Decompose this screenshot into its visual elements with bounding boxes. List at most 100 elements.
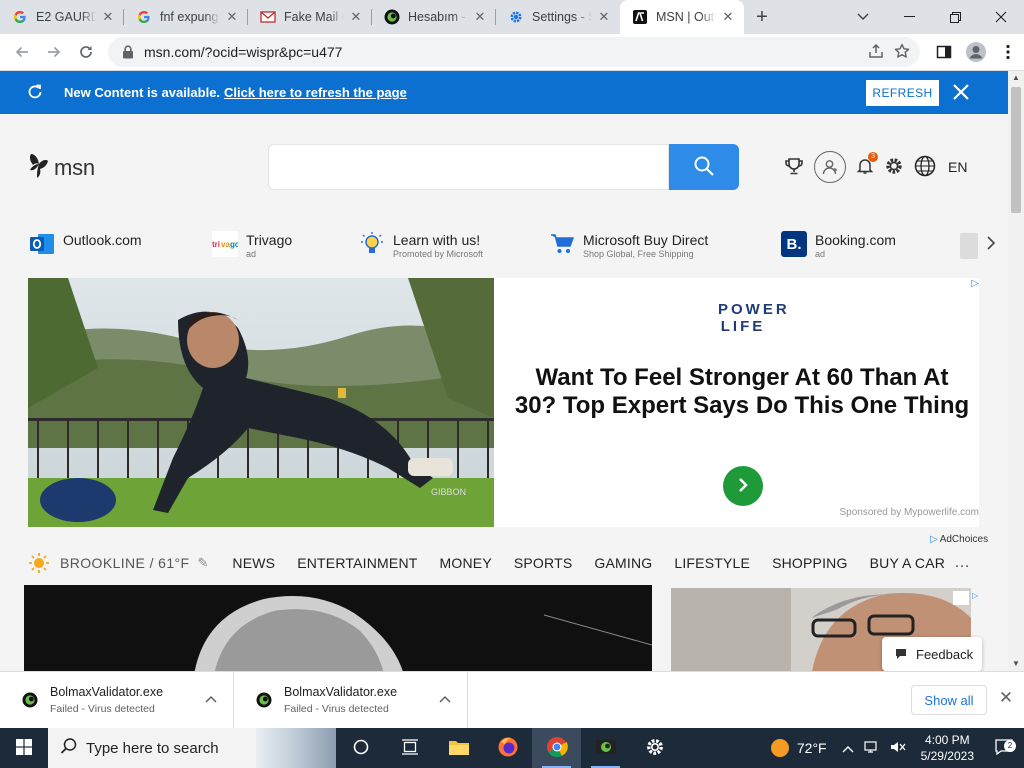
tab-close-icon[interactable]: ✕ (720, 9, 736, 25)
brand-line: LIFE (720, 318, 766, 335)
close-banner-icon[interactable] (950, 81, 974, 105)
settings-button[interactable] (630, 728, 679, 768)
ad-info-icon[interactable]: ▷ (971, 278, 979, 289)
gibbon-label: GIBBON (431, 487, 466, 497)
scroll-up-arrow-icon[interactable]: ▲ (1008, 71, 1024, 85)
scroll-down-arrow-icon[interactable]: ▼ (1008, 657, 1024, 671)
bookmark-star-icon[interactable] (894, 43, 910, 62)
booking-icon: B. (781, 231, 807, 257)
nav-lifestyle[interactable]: LIFESTYLE (674, 555, 750, 571)
show-hidden-icons-chevron-icon[interactable] (842, 741, 854, 756)
restore-button[interactable] (932, 0, 978, 34)
tab-e2-gaurdian[interactable]: E2 GAURDIAN ✕ (0, 0, 124, 34)
start-button[interactable] (0, 728, 48, 768)
download-shelf: BolmaxValidator.exe Failed - Virus detec… (0, 671, 1024, 729)
settings-gear-icon[interactable] (884, 156, 904, 179)
network-icon[interactable] (864, 740, 880, 757)
tab-fake-mail[interactable]: Fake Mail Generator ✕ (248, 0, 372, 34)
nav-money[interactable]: MONEY (440, 555, 492, 571)
quick-link-sub: ad (246, 249, 257, 259)
taskbar-search-box[interactable]: Type here to search (48, 728, 336, 768)
download-item[interactable]: BolmaxValidator.exe Failed - Virus detec… (234, 671, 468, 729)
quick-link-booking[interactable]: B. Booking.com ad (781, 231, 896, 260)
bolmax-app-button[interactable] (581, 728, 630, 768)
tab-hesabim[interactable]: Hesabım - ✕ (372, 0, 496, 34)
firefox-button[interactable] (483, 728, 532, 768)
tab-fnf-expunged[interactable]: fnf expunged ✕ (124, 0, 248, 34)
volume-muted-icon[interactable] (890, 740, 906, 757)
side-ad-choices-icon[interactable]: ▷ (972, 591, 990, 600)
taskbar-clock[interactable]: 4:00 PM 5/29/2023 (921, 732, 974, 764)
banner-refresh-link[interactable]: Click here to refresh the page (224, 85, 407, 100)
share-icon[interactable] (868, 43, 884, 62)
minimize-button[interactable] (886, 0, 932, 34)
tab-search-chevron-icon[interactable] (846, 0, 880, 34)
file-explorer-button[interactable] (434, 728, 483, 768)
menu-kebab-icon[interactable] (992, 36, 1024, 68)
profile-avatar-icon[interactable] (960, 36, 992, 68)
download-item[interactable]: BolmaxValidator.exe Failed - Virus detec… (0, 671, 234, 729)
address-bar[interactable]: msn.com/?ocid=wispr&pc=u477 (108, 37, 920, 67)
task-view-button[interactable] (385, 728, 434, 768)
action-center-button[interactable]: 2 (984, 738, 1024, 758)
notifications-bell-icon[interactable]: 3 (856, 151, 878, 178)
taskbar-search-placeholder: Type here to search (86, 739, 219, 757)
rewards-trophy-icon[interactable] (784, 156, 804, 179)
close-download-shelf-icon[interactable]: ✕ (996, 688, 1016, 712)
show-all-downloads-button[interactable]: Show all (911, 685, 987, 715)
scrollbar-thumb[interactable] (1011, 87, 1021, 213)
tab-msn[interactable]: MSN | Outlook ✕ (620, 0, 744, 34)
lock-icon[interactable] (122, 45, 136, 59)
quick-link-outlook[interactable]: Outlook.com (29, 231, 142, 257)
tab-settings[interactable]: Settings - Security ✕ (496, 0, 620, 34)
ad-headline[interactable]: Want To Feel Stronger At 60 Than At 30? … (514, 364, 970, 420)
chrome-button[interactable] (532, 728, 581, 768)
cortana-button[interactable] (336, 728, 385, 768)
location-weather[interactable]: BROOKLINE / 61°F (60, 555, 189, 571)
reload-button[interactable] (70, 36, 102, 68)
chevron-up-icon[interactable] (205, 692, 217, 706)
ad-go-button[interactable] (723, 466, 763, 506)
tab-strip: E2 GAURDIAN ✕ fnf expunged ✕ Fake Mail G… (0, 0, 1024, 34)
sign-in-avatar-icon[interactable] (814, 151, 846, 183)
nav-sports[interactable]: SPORTS (514, 555, 573, 571)
feedback-button[interactable]: Feedback (882, 637, 982, 671)
close-window-button[interactable] (978, 0, 1024, 34)
quick-links-next-chevron-icon[interactable] (986, 235, 1006, 257)
quick-link-microsoft-buy-direct[interactable]: Microsoft Buy Direct Shop Global, Free S… (549, 231, 708, 260)
nav-entertainment[interactable]: ENTERTAINMENT (297, 555, 417, 571)
search-button[interactable] (669, 144, 739, 190)
tab-close-icon[interactable]: ✕ (224, 9, 240, 25)
tab-close-icon[interactable]: ✕ (596, 9, 612, 25)
tab-close-icon[interactable]: ✕ (348, 9, 364, 25)
refresh-button[interactable]: REFRESH (866, 80, 939, 106)
new-tab-button[interactable]: + (744, 0, 780, 34)
ad-sponsor-text[interactable]: Sponsored by Mypowerlife.com (839, 507, 979, 518)
more-ellipsis-icon[interactable]: … (954, 554, 971, 572)
nav-gaming[interactable]: GAMING (594, 555, 652, 571)
web-search-input[interactable] (268, 144, 669, 190)
tab-close-icon[interactable]: ✕ (100, 9, 116, 25)
msn-logo[interactable]: msn (28, 152, 95, 183)
language-globe-icon[interactable] (914, 155, 936, 180)
forward-button[interactable] (38, 36, 70, 68)
page-scrollbar[interactable]: ▲ ▼ (1008, 71, 1024, 671)
sponsored-ad[interactable]: GIBBON POWER LIFE Want To Feel Stronger … (28, 278, 979, 527)
weather-sun-icon (770, 739, 789, 757)
quick-link-trivago[interactable]: tri va go Trivago ad (212, 231, 292, 260)
back-button[interactable] (6, 36, 38, 68)
nav-shopping[interactable]: SHOPPING (772, 555, 848, 571)
chevron-right-icon (736, 477, 750, 496)
edit-pencil-icon[interactable]: ✎ (197, 555, 208, 571)
side-panel-icon[interactable] (928, 36, 960, 68)
nav-news[interactable]: NEWS (232, 555, 275, 571)
top-story-image[interactable] (24, 585, 652, 671)
tab-close-icon[interactable]: ✕ (472, 9, 488, 25)
nav-buy-a-car[interactable]: BUY A CAR (870, 555, 945, 571)
adchoices-link[interactable]: ▷ AdChoices (930, 534, 988, 545)
language-label[interactable]: EN (948, 159, 967, 175)
quick-link-learn[interactable]: Learn with us! Promoted by Microsoft (359, 231, 483, 260)
quick-link-partial-icon[interactable] (960, 233, 978, 259)
chevron-up-icon[interactable] (439, 692, 451, 706)
taskbar-weather[interactable]: 72°F (770, 739, 827, 757)
